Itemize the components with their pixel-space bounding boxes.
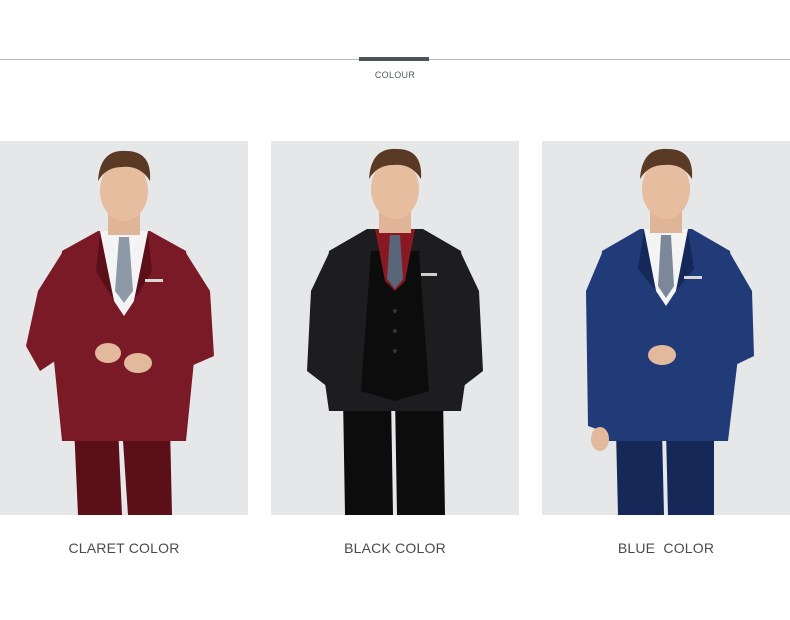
claret-color-label: CLARET COLOR <box>68 540 180 556</box>
black-color-label: BLACK COLOR <box>344 540 446 556</box>
header-accent-bar <box>359 57 429 61</box>
claret-suit-image <box>26 150 214 515</box>
blue-suit-image <box>586 148 754 515</box>
section-title: COLOUR <box>374 70 416 80</box>
black-suit-image <box>307 148 483 515</box>
blue-color-label: BLUE COLOR <box>617 540 715 556</box>
product-card-black[interactable] <box>271 141 519 515</box>
product-card-blue[interactable] <box>542 141 790 515</box>
product-card-claret[interactable] <box>0 141 248 515</box>
